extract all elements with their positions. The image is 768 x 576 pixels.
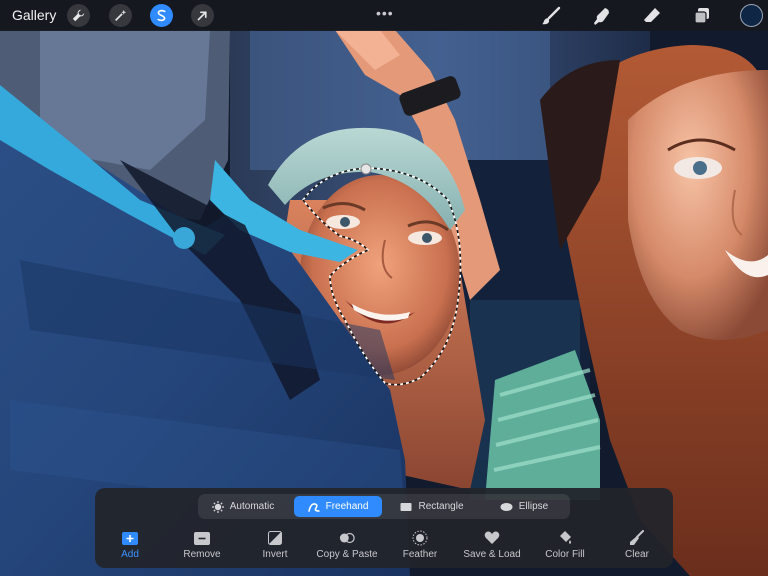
top-toolbar: Gallery ••• xyxy=(0,0,768,31)
mode-automatic[interactable]: Automatic xyxy=(200,496,286,517)
layers-icon xyxy=(694,8,709,24)
add-button[interactable]: Add xyxy=(93,530,167,564)
color-fill-button[interactable]: Color Fill xyxy=(528,530,602,564)
copy-paste-button[interactable]: Copy & Paste xyxy=(310,530,384,564)
wrench-icon xyxy=(72,9,85,22)
magic-wand-icon xyxy=(115,9,127,21)
clear-label: Clear xyxy=(625,549,649,560)
remove-label: Remove xyxy=(183,549,221,560)
selection-tool-button[interactable] xyxy=(150,4,173,27)
clear-icon xyxy=(630,530,644,545)
transform-arrow-icon xyxy=(197,11,207,21)
color-fill-label: Color Fill xyxy=(545,549,585,560)
color-swatch-button[interactable] xyxy=(740,4,763,27)
remove-icon xyxy=(194,531,210,545)
freehand-icon xyxy=(307,502,320,512)
mode-ellipse[interactable]: Ellipse xyxy=(482,496,566,517)
mode-rectangle-label: Rectangle xyxy=(418,501,464,512)
paint-tool-button[interactable] xyxy=(539,4,563,28)
eraser-icon xyxy=(644,8,660,22)
add-label: Add xyxy=(121,549,139,560)
save-load-icon xyxy=(484,531,500,544)
rectangle-icon xyxy=(400,502,412,511)
selection-actions-bar: Add Remove Invert Copy & Paste Feather S… xyxy=(95,530,673,564)
actions-button[interactable] xyxy=(67,4,90,27)
copy-paste-icon xyxy=(339,532,355,544)
more-options-button[interactable]: ••• xyxy=(376,5,394,21)
color-fill-icon xyxy=(560,531,571,544)
mode-rectangle[interactable]: Rectangle xyxy=(388,496,476,517)
mode-freehand-label: Freehand xyxy=(325,501,369,512)
feather-button[interactable]: Feather xyxy=(383,530,457,564)
save-load-label: Save & Load xyxy=(463,549,521,560)
copy-paste-label: Copy & Paste xyxy=(316,549,378,560)
erase-tool-button[interactable] xyxy=(640,4,664,28)
remove-button[interactable]: Remove xyxy=(165,530,239,564)
adjustments-button[interactable] xyxy=(109,4,132,27)
selection-panel: Automatic Freehand Rectangle Ellipse Add… xyxy=(95,488,673,568)
layers-button[interactable] xyxy=(690,4,714,28)
save-load-button[interactable]: Save & Load xyxy=(455,530,529,564)
selection-mode-segmented-control: Automatic Freehand Rectangle Ellipse xyxy=(198,494,570,519)
invert-icon xyxy=(268,531,282,545)
smudge-icon xyxy=(594,8,609,25)
smudge-tool-button[interactable] xyxy=(590,4,614,28)
feather-label: Feather xyxy=(402,549,438,560)
transform-button[interactable] xyxy=(191,4,214,27)
mode-freehand[interactable]: Freehand xyxy=(294,496,382,517)
add-icon xyxy=(122,531,138,545)
automatic-icon xyxy=(211,500,224,513)
gallery-button[interactable]: Gallery xyxy=(12,7,56,23)
clear-button[interactable]: Clear xyxy=(600,530,674,564)
brush-icon xyxy=(542,6,561,25)
ellipse-icon xyxy=(500,502,513,511)
selection-icon xyxy=(157,9,166,22)
feather-icon xyxy=(412,530,428,546)
mode-ellipse-label: Ellipse xyxy=(518,501,549,512)
mode-automatic-label: Automatic xyxy=(229,501,275,512)
selection-start-handle xyxy=(360,163,372,175)
invert-label: Invert xyxy=(262,549,288,560)
invert-button[interactable]: Invert xyxy=(238,530,312,564)
